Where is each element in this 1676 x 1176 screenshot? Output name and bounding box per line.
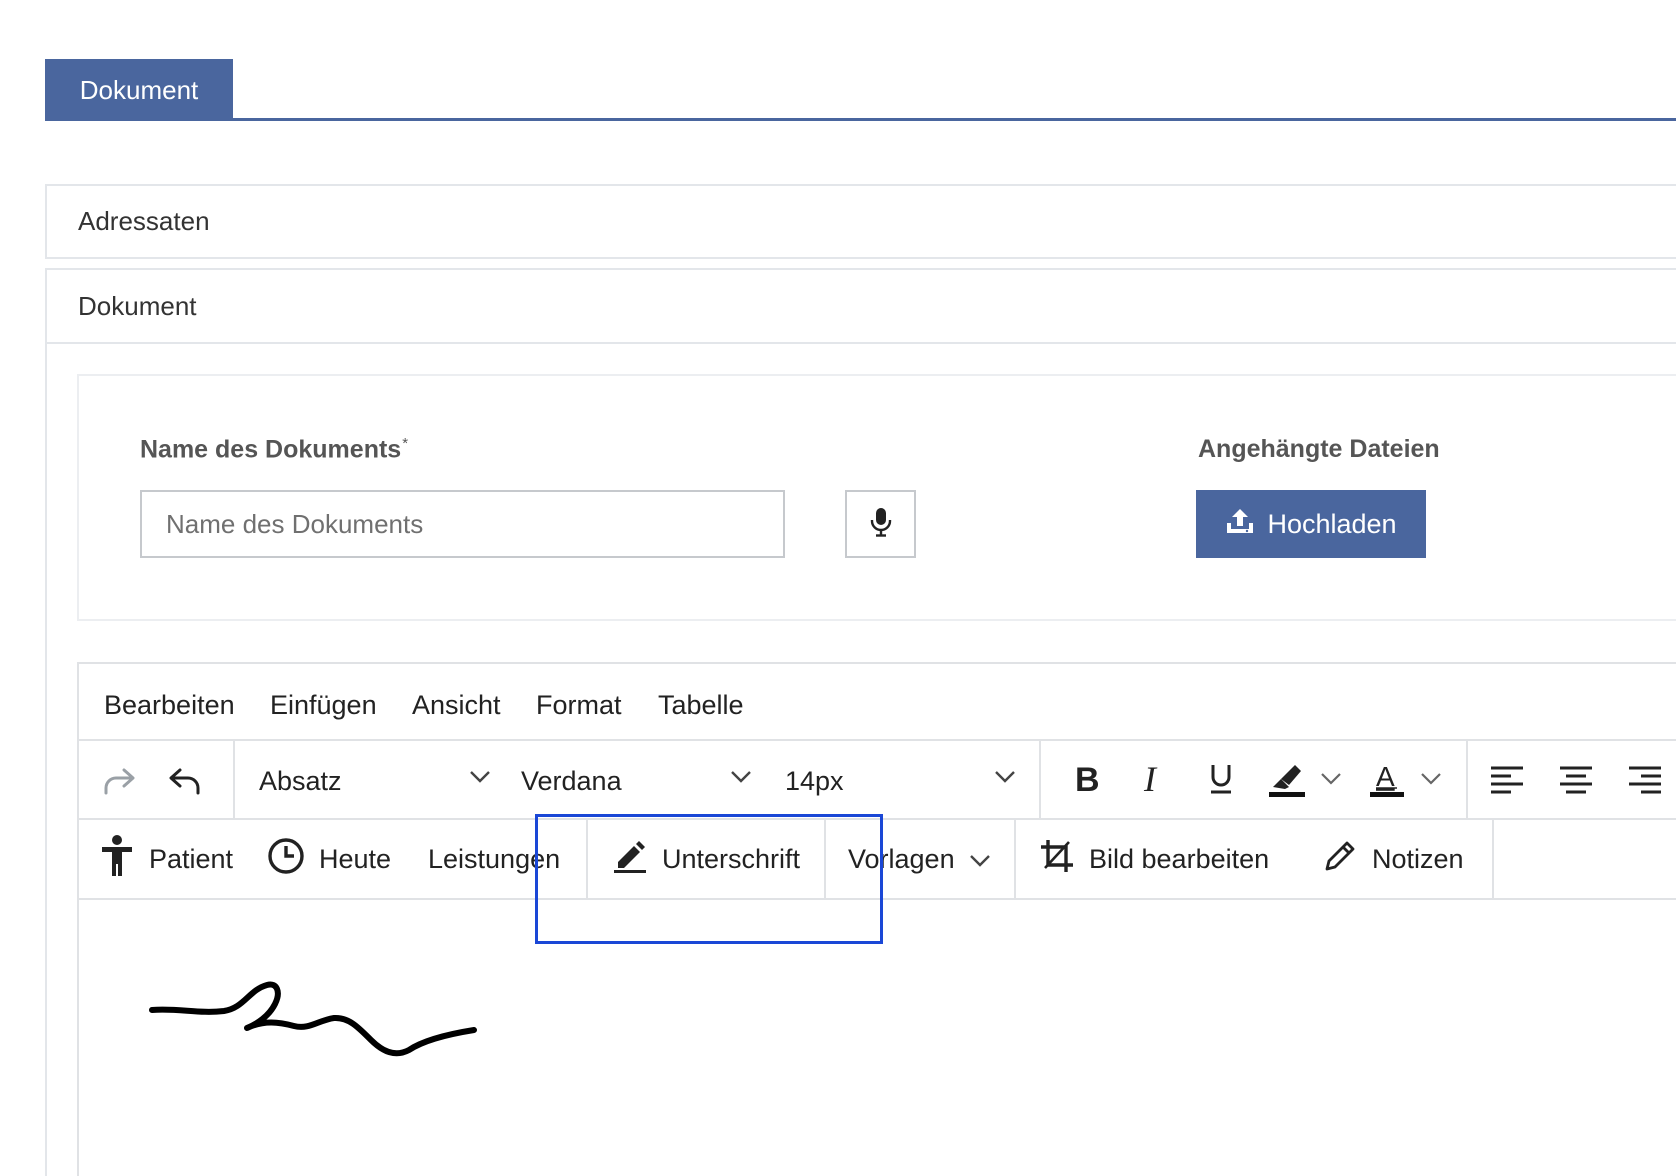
insert-patient-label: Patient <box>149 843 234 874</box>
chevron-down-icon <box>969 844 991 875</box>
upload-icon <box>1225 507 1255 542</box>
align-left-icon[interactable] <box>1487 759 1527 799</box>
menu-tabelle[interactable]: Tabelle <box>658 664 744 739</box>
crop-icon <box>1039 838 1075 881</box>
italic-icon[interactable]: I <box>1131 757 1175 801</box>
name-field-label-text: Name des Dokuments <box>140 435 402 464</box>
chevron-down-icon <box>469 770 491 789</box>
block-format-select[interactable]: Absatz <box>259 741 342 818</box>
microphone-icon <box>870 507 892 542</box>
svg-text:B: B <box>1075 763 1100 795</box>
edit-image-label: Bild bearbeiten <box>1089 843 1270 874</box>
toolbar-separator <box>233 741 235 818</box>
editor-content-area[interactable] <box>79 900 1676 1176</box>
name-field-label: Name des Dokuments* <box>140 435 408 464</box>
clock-icon <box>267 837 305 882</box>
document-name-input[interactable] <box>140 490 785 558</box>
toolbar-separator <box>1014 820 1016 898</box>
undo-icon[interactable] <box>165 761 205 801</box>
svg-text:I: I <box>1143 763 1158 795</box>
editor-toolbar-formatting: Absatz Verdana 14px B I A <box>79 741 1676 820</box>
menu-ansicht[interactable]: Ansicht <box>412 664 501 739</box>
chevron-down-icon[interactable] <box>1419 769 1443 789</box>
accordion-header-dokument[interactable]: Dokument <box>45 268 1676 344</box>
align-right-icon[interactable] <box>1625 759 1665 799</box>
signature-image <box>149 981 477 1057</box>
attached-files-label: Angehängte Dateien <box>1198 435 1440 463</box>
notes-label: Notizen <box>1372 843 1464 874</box>
pencil-icon <box>1322 838 1358 881</box>
edit-image-button[interactable]: Bild bearbeiten <box>1039 820 1269 898</box>
tab-dokument[interactable]: Dokument <box>45 59 233 121</box>
toolbar-separator <box>1039 741 1041 818</box>
insert-today-label: Heute <box>319 843 392 874</box>
underline-icon[interactable] <box>1199 757 1243 801</box>
font-size-select[interactable]: 14px <box>785 741 844 818</box>
upload-button[interactable]: Hochladen <box>1196 490 1426 558</box>
tab-underline <box>45 118 1676 121</box>
notes-button[interactable]: Notizen <box>1322 820 1464 898</box>
toolbar-separator <box>1466 741 1468 818</box>
font-family-select[interactable]: Verdana <box>521 741 622 818</box>
editor-menubar: Bearbeiten Einfügen Ansicht Format Tabel… <box>79 664 1676 741</box>
chevron-down-icon[interactable] <box>1319 769 1343 789</box>
align-center-icon[interactable] <box>1556 759 1596 799</box>
redo-icon[interactable] <box>99 761 139 801</box>
bold-icon[interactable]: B <box>1064 757 1108 801</box>
text-color-icon[interactable]: A <box>1365 755 1409 803</box>
menu-format[interactable]: Format <box>536 664 622 739</box>
person-icon <box>99 834 135 885</box>
menu-einfuegen[interactable]: Einfügen <box>270 664 377 739</box>
dictation-button[interactable] <box>845 490 916 558</box>
required-marker: * <box>402 435 409 452</box>
insert-patient-button[interactable]: Patient <box>99 820 233 898</box>
menu-bearbeiten[interactable]: Bearbeiten <box>104 664 235 739</box>
chevron-down-icon <box>730 770 752 789</box>
page: Dokument Adressaten Dokument Name des Do… <box>0 0 1676 1176</box>
insert-today-button[interactable]: Heute <box>267 820 391 898</box>
toolbar-separator <box>1492 820 1494 898</box>
chevron-down-icon <box>994 770 1016 789</box>
upload-button-label: Hochladen <box>1267 508 1397 539</box>
highlight-color-icon[interactable] <box>1265 755 1309 803</box>
accordion-header-adressaten[interactable]: Adressaten <box>45 184 1676 259</box>
